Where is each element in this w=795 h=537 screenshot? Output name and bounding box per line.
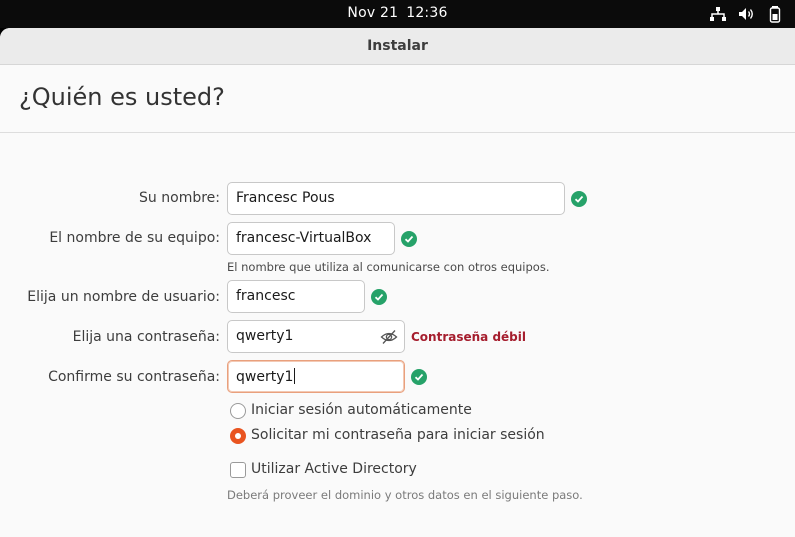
confirm-password-value: qwerty1 xyxy=(236,369,294,385)
auto-login-label: Iniciar sesión automáticamente xyxy=(251,402,472,418)
window-headerbar[interactable]: Instalar xyxy=(0,28,795,65)
confirm-password-valid-icon xyxy=(411,369,427,385)
volume-icon[interactable] xyxy=(737,5,755,23)
page-header: ¿Quién es usted? xyxy=(0,65,795,133)
password-label: Elija una contraseña: xyxy=(72,329,220,345)
active-directory-label: Utilizar Active Directory xyxy=(251,461,417,477)
radio-button[interactable] xyxy=(230,403,246,419)
require-password-label: Solicitar mi contraseña para iniciar ses… xyxy=(251,427,545,443)
computer-name-label: El nombre de su equipo: xyxy=(49,230,220,246)
show-password-icon[interactable] xyxy=(380,328,398,346)
top-panel: Nov 21 12:36 xyxy=(0,0,795,28)
radio-button-selected[interactable] xyxy=(230,428,246,444)
network-icon[interactable] xyxy=(709,5,727,23)
username-value: francesc xyxy=(236,288,296,304)
window-title: Instalar xyxy=(367,38,428,54)
computer-name-hint: El nombre que utiliza al comunicarse con… xyxy=(227,260,550,274)
user-form: Su nombre: Francesc Pous El nombre de su… xyxy=(0,134,795,537)
clock-date: Nov 21 xyxy=(347,5,399,21)
password-strength: Contraseña débil xyxy=(411,330,526,344)
computer-name-field[interactable]: francesc-VirtualBox xyxy=(227,222,395,255)
name-label: Su nombre: xyxy=(139,190,220,206)
name-valid-icon xyxy=(571,191,587,207)
active-directory-hint: Deberá proveer el dominio y otros datos … xyxy=(227,488,583,502)
text-caret xyxy=(294,368,296,384)
computer-name-value: francesc-VirtualBox xyxy=(236,230,372,246)
confirm-password-label: Confirme su contraseña: xyxy=(48,369,220,385)
name-field[interactable]: Francesc Pous xyxy=(227,182,565,215)
name-value: Francesc Pous xyxy=(236,190,335,206)
page-title: ¿Quién es usted? xyxy=(19,83,225,111)
username-valid-icon xyxy=(371,289,387,305)
checkbox[interactable] xyxy=(230,462,246,478)
username-field[interactable]: francesc xyxy=(227,280,365,313)
password-field[interactable]: qwerty1 xyxy=(227,320,405,353)
clock-time: 12:36 xyxy=(406,5,448,21)
clock[interactable]: Nov 21 12:36 xyxy=(0,5,795,21)
password-value: qwerty1 xyxy=(236,328,294,344)
computer-name-valid-icon xyxy=(401,231,417,247)
username-label: Elija un nombre de usuario: xyxy=(27,289,220,305)
confirm-password-field[interactable]: qwerty1 xyxy=(227,360,405,393)
installer-window: Instalar ¿Quién es usted? Su nombre: Fra… xyxy=(0,28,795,537)
battery-icon[interactable] xyxy=(766,5,784,23)
